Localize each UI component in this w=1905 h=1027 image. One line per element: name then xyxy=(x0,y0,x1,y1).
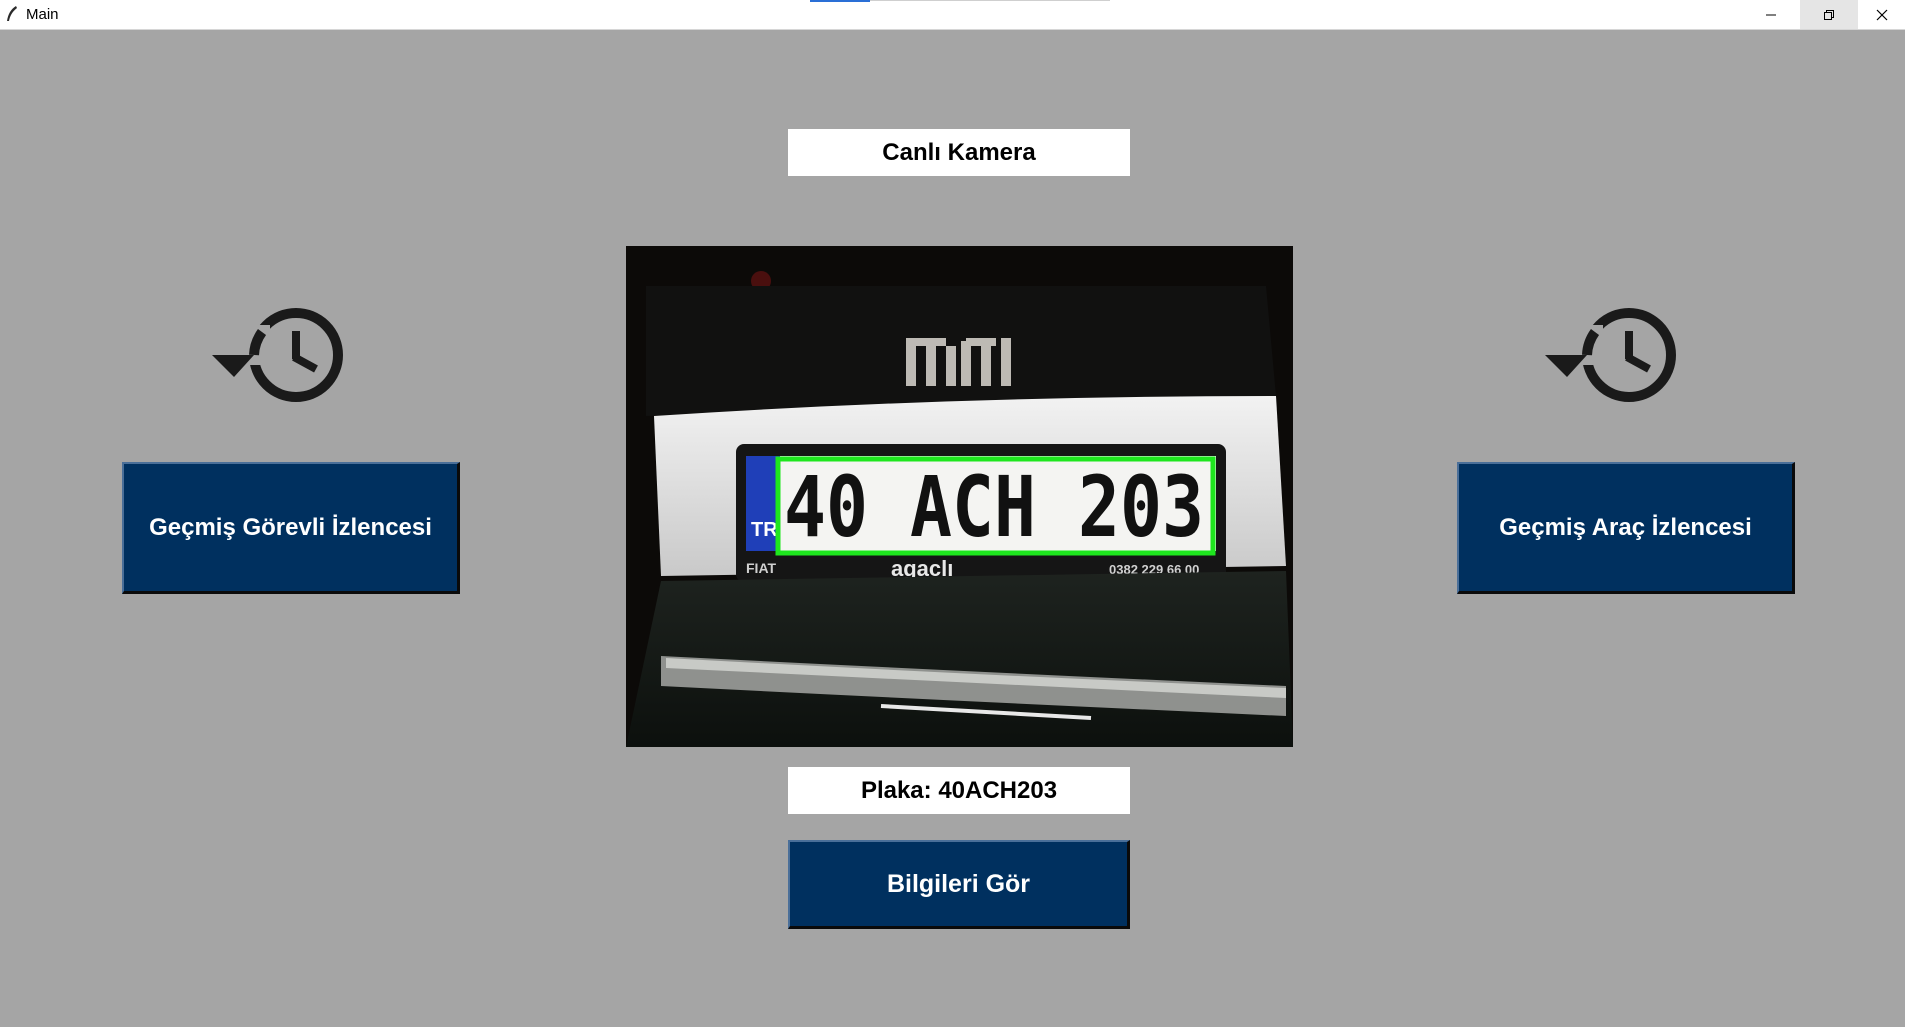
car-badge: FIAT xyxy=(746,560,777,576)
country-code: TR xyxy=(751,519,778,541)
plate-label: Plaka: 40ACH203 xyxy=(788,767,1130,814)
feather-icon xyxy=(7,6,17,21)
taskbar-accent xyxy=(810,0,870,2)
vehicle-history-button[interactable]: Geçmiş Araç İzlencesi xyxy=(1457,462,1795,594)
minimize-button[interactable] xyxy=(1742,0,1800,29)
taskbar-line xyxy=(870,0,1110,1)
view-info-button[interactable]: Bilgileri Gör xyxy=(788,840,1130,929)
minimize-icon xyxy=(1766,14,1776,15)
history-icon xyxy=(1545,308,1676,402)
window-title: Main xyxy=(26,6,59,23)
close-button[interactable] xyxy=(1858,0,1905,29)
restore-button[interactable] xyxy=(1800,0,1858,29)
officer-history-button[interactable]: Geçmiş Görevli İzlencesi xyxy=(122,462,460,594)
camera-image: TR 40 ACH 203 FIAT agaclı 0382 229 66 00 xyxy=(626,246,1293,747)
window-titlebar: Main xyxy=(0,0,1905,30)
plate-number: 40 ACH 203 xyxy=(784,458,1204,556)
history-icon xyxy=(212,308,343,402)
restore-icon xyxy=(1824,9,1834,20)
camera-title: Canlı Kamera xyxy=(788,129,1130,176)
camera-feed: TR 40 ACH 203 FIAT agaclı 0382 229 66 00 xyxy=(626,246,1293,747)
close-icon xyxy=(1876,9,1887,20)
